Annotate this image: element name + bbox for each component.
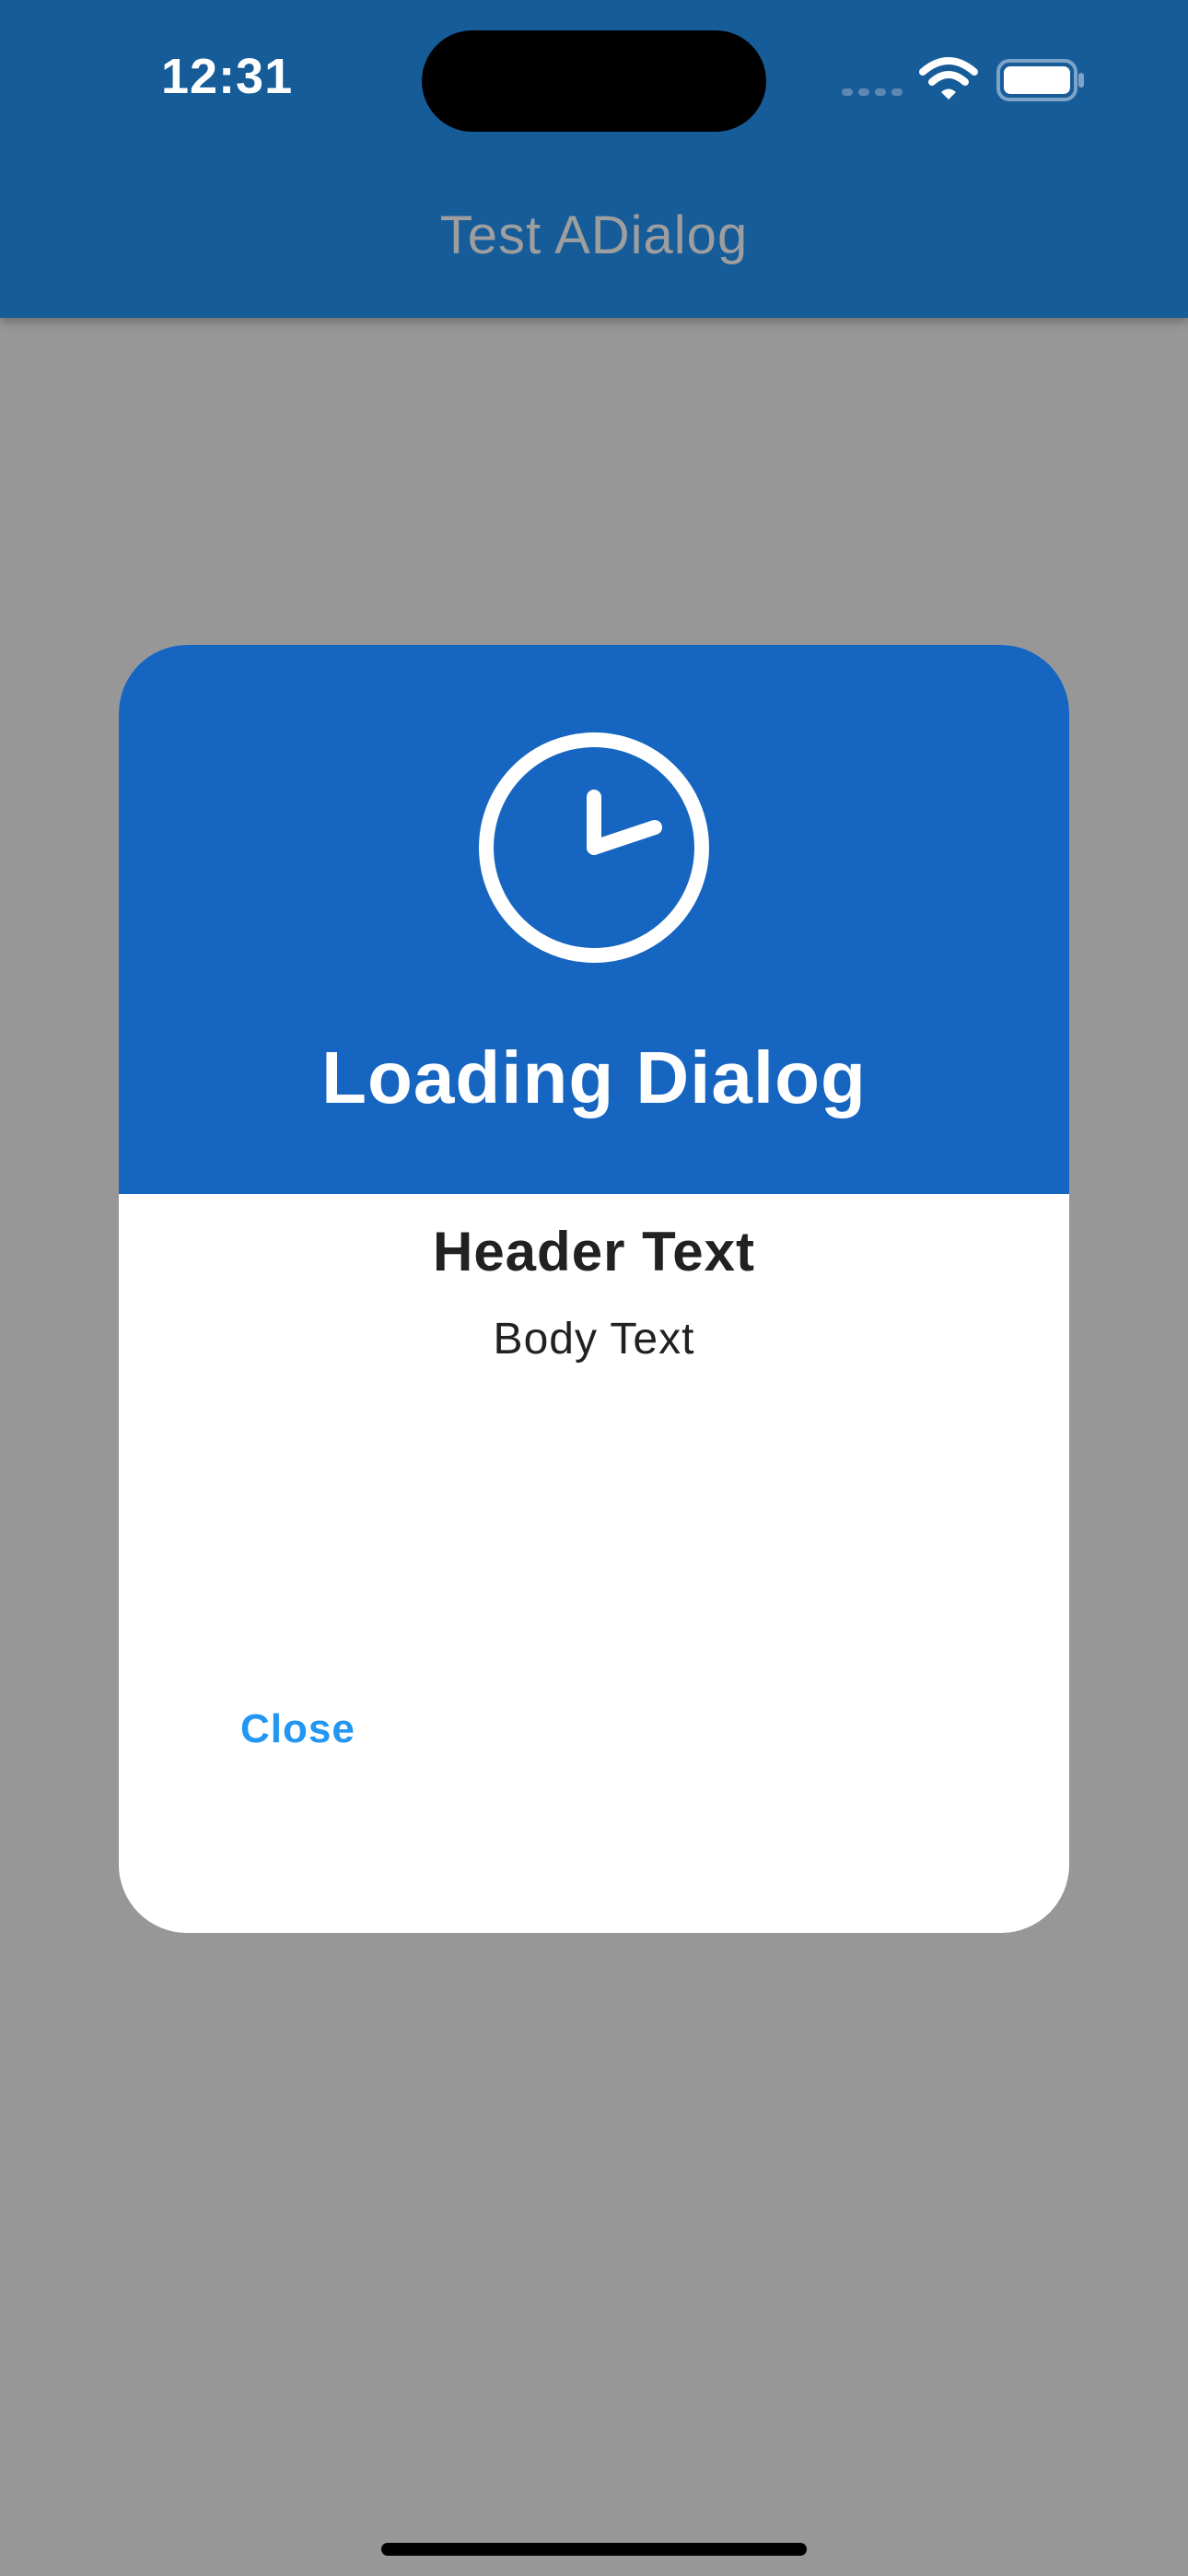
dialog-header-text: Header Text (432, 1221, 756, 1282)
battery-icon (996, 59, 1084, 101)
dialog-title: Loading Dialog (321, 1036, 867, 1118)
close-button[interactable]: Close (218, 1695, 378, 1763)
wifi-icon (919, 57, 978, 100)
dynamic-island (422, 30, 766, 132)
status-time: 12:31 (161, 49, 294, 104)
loading-dialog: Loading Dialog Header Text Body Text Clo… (119, 645, 1069, 1933)
home-indicator[interactable] (381, 2543, 807, 2556)
signal-icon (842, 88, 903, 96)
dialog-body-text: Body Text (493, 1315, 695, 1364)
clock-icon (479, 732, 709, 963)
app-bar-title: Test ADialog (439, 205, 749, 265)
dialog-header: Loading Dialog (119, 645, 1069, 1194)
app-bar: 12:31 Test ADialog (0, 0, 1188, 318)
